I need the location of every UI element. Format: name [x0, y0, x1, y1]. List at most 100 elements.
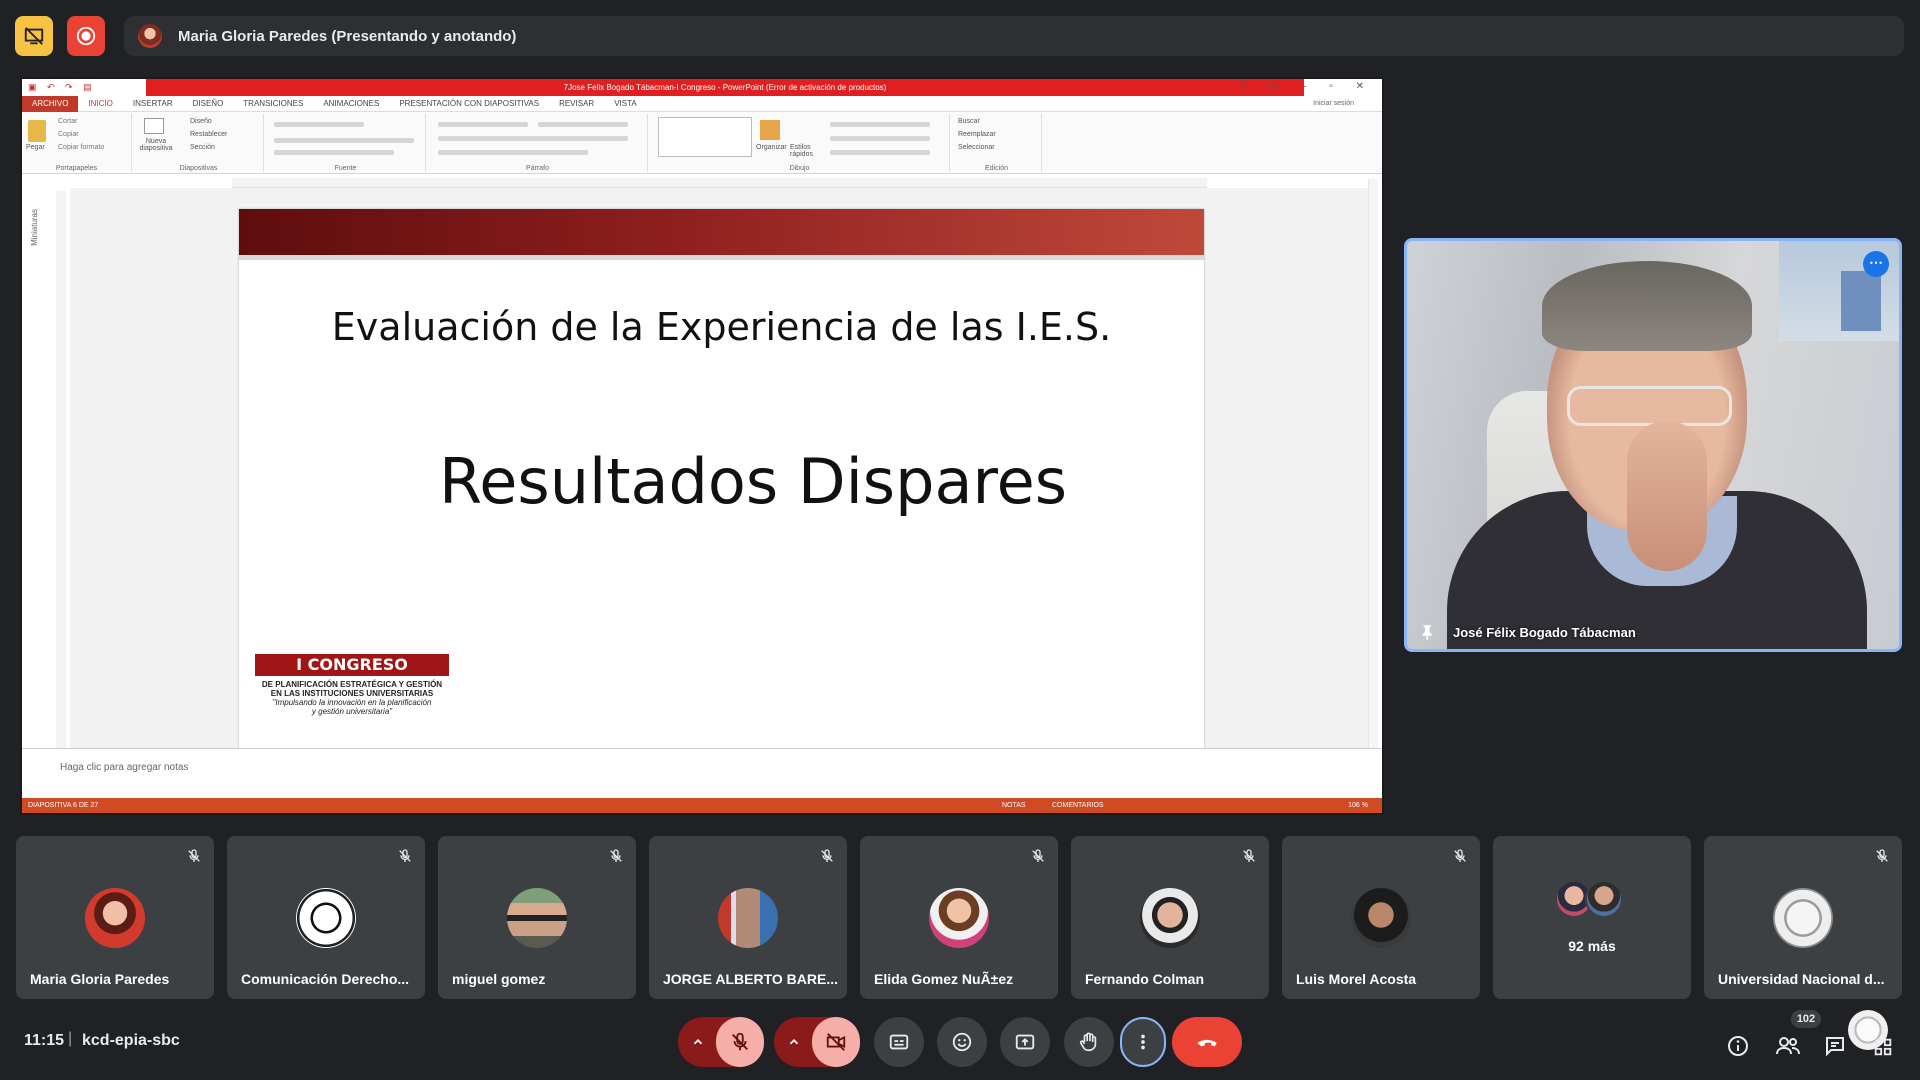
hand-icon — [1079, 1032, 1097, 1052]
quick-access-icons: ▣ ↶ ↷ ▤ — [28, 82, 96, 92]
presenter-avatar — [138, 24, 162, 48]
avatar — [296, 888, 356, 948]
cut-label: Cortar — [58, 118, 78, 125]
chevron-up-icon — [789, 1039, 799, 1045]
new-slide-label: Nueva diapositiva — [139, 138, 173, 152]
mic-off-icon — [821, 849, 833, 862]
presentation-indicator-button[interactable] — [15, 16, 53, 56]
participant-tile[interactable]: miguel gomez — [438, 836, 636, 999]
slide: Evaluación de la Experiencia de las I.E.… — [239, 209, 1204, 751]
captions-button[interactable] — [874, 1017, 924, 1067]
pinned-participant-tile[interactable]: ⋯ José Félix Bogado Tábacman — [1404, 238, 1902, 652]
people-icon[interactable] — [1775, 1034, 1801, 1058]
reactions-button[interactable] — [937, 1017, 987, 1067]
bottom-bar: 11:15 | kcd-epia-sbc 102 — [0, 1010, 1920, 1080]
participant-tile[interactable]: Fernando Colman — [1071, 836, 1269, 999]
arrange-icon — [760, 120, 780, 140]
participant-name: Universidad Nacional d... — [1718, 971, 1885, 987]
avatar — [507, 888, 567, 948]
emoji-icon — [952, 1032, 972, 1052]
slide-counter: DIAPOSITIVA 6 DE 27 — [28, 802, 99, 809]
paste-label: Pegar — [26, 144, 45, 151]
present-button[interactable] — [1000, 1017, 1050, 1067]
sign-in-link: Iniciar sesión — [1313, 100, 1354, 107]
avatar — [1351, 888, 1411, 948]
tab-vista: VISTA — [614, 99, 637, 108]
record-icon — [76, 26, 96, 46]
background-poster — [1841, 271, 1881, 331]
ribbon-tabs: ARCHIVO INICIO INSERTAR DISEÑO TRANSICIO… — [22, 95, 1382, 112]
logo-line: EN LAS INSTITUCIONES UNIVERSITARIAS — [270, 689, 434, 698]
participant-name: JORGE ALBERTO BARE... — [663, 971, 839, 987]
more-vertical-icon — [1141, 1034, 1145, 1050]
select-label: Seleccionar — [958, 144, 995, 151]
mic-off-icon — [610, 849, 622, 862]
powerpoint-title-bar: ▣ ↶ ↷ ▤ 7Jose Felix Bogado Tábacman-I Co… — [22, 79, 1382, 96]
mic-options-button[interactable] — [678, 1017, 718, 1067]
present-screen-icon — [1015, 1034, 1035, 1050]
more-options-button[interactable] — [1120, 1017, 1166, 1067]
mic-off-icon — [399, 849, 411, 862]
presenter-banner[interactable]: Maria Gloria Paredes (Presentando y anot… — [124, 16, 1904, 56]
more-participants-label: 92 más — [1568, 938, 1616, 954]
avatar — [1585, 880, 1623, 918]
more-participants-tile[interactable]: 92 más — [1493, 836, 1691, 999]
horizontal-ruler — [232, 178, 1207, 188]
participant-tile[interactable]: Maria Gloria Paredes — [16, 836, 214, 999]
tab-animaciones: ANIMACIONES — [323, 99, 380, 108]
camera-control-group — [774, 1017, 860, 1067]
participant-tile[interactable]: Comunicación Derecho... — [227, 836, 425, 999]
logo-line: "Impulsando la innovación en la planific… — [272, 698, 432, 707]
reset-label: Restablecer — [190, 131, 228, 138]
camera-off-icon — [826, 1033, 846, 1051]
grouped-avatars — [1555, 880, 1635, 920]
chat-icon[interactable] — [1823, 1034, 1847, 1058]
participant-tile[interactable]: Elida Gomez NuÃ±ez — [860, 836, 1058, 999]
ribbon-group-label: Diapositivas — [179, 165, 218, 172]
format-painter-label: Copiar formato — [58, 144, 105, 151]
arrange-label: Organizar — [756, 144, 787, 151]
powerpoint-title: 7Jose Felix Bogado Tábacman-I Congreso -… — [146, 79, 1304, 96]
ribbon-group-clipboard: Pegar Cortar Copiar Copiar formato Porta… — [22, 114, 132, 172]
ribbon-group-label: Portapapeles — [55, 165, 98, 172]
new-slide-icon — [144, 118, 164, 134]
captions-icon — [889, 1034, 909, 1050]
participant-tile[interactable]: Universidad Nacional d... — [1704, 836, 1902, 999]
status-comments: COMENTARIOS — [1052, 802, 1104, 809]
leave-call-button[interactable] — [1172, 1017, 1242, 1067]
clock: 11:15 — [24, 1032, 65, 1049]
ribbon: Pegar Cortar Copiar Copiar formato Porta… — [22, 112, 1382, 174]
mic-toggle-button[interactable] — [716, 1017, 764, 1067]
vertical-ruler — [56, 191, 66, 751]
status-notes: NOTAS — [1002, 802, 1026, 809]
top-bar: Maria Gloria Paredes (Presentando y anot… — [0, 0, 1920, 72]
recording-button[interactable] — [67, 16, 105, 56]
replace-label: Reemplazar — [958, 131, 996, 138]
hang-up-icon — [1197, 1039, 1217, 1047]
info-icon[interactable] — [1726, 1034, 1750, 1058]
layout-label: Diseño — [190, 118, 212, 125]
more-options-icon[interactable]: ⋯ — [1863, 251, 1889, 277]
pinned-name-row: José Félix Bogado Tábacman — [1419, 623, 1636, 641]
slide-title: Evaluación de la Experiencia de las I.E.… — [331, 305, 1112, 349]
participant-name: Luis Morel Acosta — [1296, 971, 1417, 987]
participant-tile[interactable]: Luis Morel Acosta — [1282, 836, 1480, 999]
camera-options-button[interactable] — [774, 1017, 814, 1067]
ribbon-group-label: Edición — [985, 165, 1008, 172]
tab-transiciones: TRANSICIONES — [243, 99, 304, 108]
ribbon-group-label: Fuente — [334, 165, 357, 172]
activities-icon[interactable] — [1872, 1036, 1894, 1058]
window-controls-icon: ? ▭ – ▫ ✕ — [1240, 81, 1374, 92]
participant-name: Comunicación Derecho... — [241, 971, 410, 987]
notes-placeholder: Haga clic para agregar notas — [60, 762, 189, 773]
participant-tile[interactable]: JORGE ALBERTO BARE... — [649, 836, 847, 999]
paste-icon — [28, 120, 46, 142]
mic-off-icon — [1454, 849, 1466, 862]
tab-revisar: REVISAR — [559, 99, 595, 108]
camera-toggle-button[interactable] — [812, 1017, 860, 1067]
raise-hand-button[interactable] — [1064, 1017, 1114, 1067]
pinned-participant-name: José Félix Bogado Tábacman — [1453, 624, 1636, 640]
participant-name: miguel gomez — [452, 971, 546, 987]
tab-inicio: INICIO — [88, 99, 113, 108]
ribbon-group-slides: Nueva diapositiva Diseño Restablecer Sec… — [134, 114, 264, 172]
